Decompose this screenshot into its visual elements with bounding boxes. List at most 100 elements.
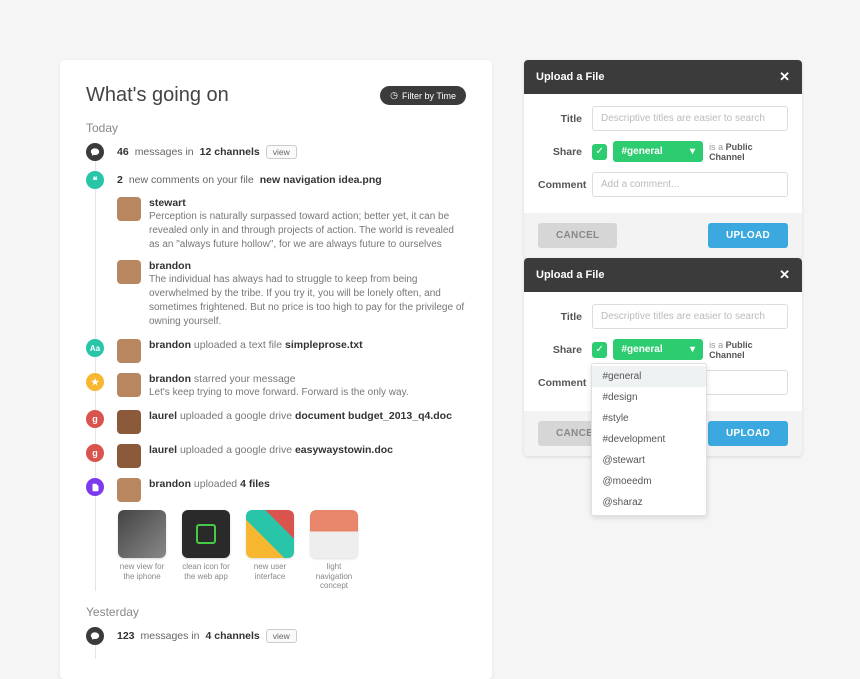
upload-modal: Upload a File ✕ Title Share ✓ #general ▾… xyxy=(524,60,802,258)
close-icon[interactable]: ✕ xyxy=(779,69,790,85)
summary-item: 46 messages in 12 channels view xyxy=(95,143,466,161)
avatar xyxy=(117,373,141,397)
avatar xyxy=(117,339,141,363)
upload-button[interactable]: UPLOAD xyxy=(708,421,788,446)
action-text: uploaded a text file xyxy=(194,339,282,351)
comment-label: Comment xyxy=(538,377,592,389)
dropdown-item[interactable]: @moeedm xyxy=(592,471,706,492)
timeline-yesterday: 123 messages in 4 channels view xyxy=(95,627,466,659)
comment-prefix: new comments on your file xyxy=(129,174,254,186)
msg-count: 46 xyxy=(117,146,129,158)
filter-label: Filter by Time xyxy=(402,91,456,101)
channel-count: 12 channels xyxy=(200,146,260,158)
multi-upload-item: brandon uploaded 4 files new view for th… xyxy=(95,478,466,591)
share-label: Share xyxy=(538,344,592,356)
channel-select[interactable]: #general ▾ #general #design #style #deve… xyxy=(613,339,703,360)
msg-label: messages in xyxy=(135,146,194,158)
action-text: uploaded a google drive xyxy=(180,444,292,456)
doc-type: document xyxy=(295,410,345,422)
action-text: uploaded a google drive xyxy=(180,410,292,422)
file-grid: new view for the iphone clean icon for t… xyxy=(117,510,466,591)
file-comments-item: ❝ 2 new comments on your file new naviga… xyxy=(95,171,466,329)
chat-icon xyxy=(86,143,104,161)
modal-header: Upload a File ✕ xyxy=(524,60,802,94)
file-thumb xyxy=(310,510,358,558)
chat-icon xyxy=(86,627,104,645)
comment-row: stewart Perception is naturally surpasse… xyxy=(117,197,466,252)
avatar xyxy=(117,410,141,434)
file-caption: clean icon for the web app xyxy=(181,562,231,581)
clock-icon: ◷ xyxy=(390,90,398,101)
channel-count: 4 channels xyxy=(205,630,259,642)
file-card[interactable]: new view for the iphone xyxy=(117,510,167,591)
username: laurel xyxy=(149,410,177,422)
file-card[interactable]: light navigation concept xyxy=(309,510,359,591)
starred-item: ★ brandon starred your message Let's kee… xyxy=(95,373,466,400)
file-caption: light navigation concept xyxy=(309,562,359,591)
comment-count: 2 xyxy=(117,174,123,186)
section-today: Today xyxy=(86,121,466,135)
channel-value: #general xyxy=(621,344,662,355)
gdrive-item: g laurel uploaded a google drive easyway… xyxy=(95,444,466,468)
text-icon: Aa xyxy=(86,339,104,357)
avatar xyxy=(117,197,141,221)
section-yesterday: Yesterday xyxy=(86,605,466,619)
username: stewart xyxy=(149,197,466,209)
file-card[interactable]: clean icon for the web app xyxy=(181,510,231,591)
comment-text: Perception is naturally surpassed toward… xyxy=(149,210,466,252)
share-hint: is a Public Channel xyxy=(709,340,788,360)
share-checkbox[interactable]: ✓ xyxy=(592,342,607,358)
file-caption: new view for the iphone xyxy=(117,562,167,581)
upload-modal-open: Upload a File ✕ Title Share ✓ #general ▾… xyxy=(524,258,802,456)
modal-header: Upload a File ✕ xyxy=(524,258,802,292)
dropdown-item[interactable]: #style xyxy=(592,408,706,429)
title-label: Title xyxy=(538,311,592,323)
dropdown-item[interactable]: @sharaz xyxy=(592,492,706,513)
channel-select[interactable]: #general ▾ xyxy=(613,141,703,162)
chevron-down-icon: ▾ xyxy=(690,146,695,157)
share-label: Share xyxy=(538,146,592,158)
comment-text: The individual has always had to struggl… xyxy=(149,273,466,329)
upload-button[interactable]: UPLOAD xyxy=(708,223,788,248)
google-icon: g xyxy=(86,410,104,428)
file-name: simpleprose.txt xyxy=(285,339,363,351)
star-icon: ★ xyxy=(86,373,104,391)
view-button[interactable]: view xyxy=(266,629,297,643)
comment-input[interactable] xyxy=(592,172,788,197)
username: brandon xyxy=(149,478,191,490)
dropdown-item[interactable]: #development xyxy=(592,429,706,450)
file-thumb xyxy=(118,510,166,558)
title-input[interactable] xyxy=(592,304,788,329)
channel-dropdown: #general #design #style #development @st… xyxy=(591,363,707,516)
file-name: budget_2013_q4.doc xyxy=(348,410,452,422)
page-title: What's going on xyxy=(86,84,229,107)
dropdown-item[interactable]: #general xyxy=(592,366,706,387)
username: brandon xyxy=(149,339,191,351)
channel-value: #general xyxy=(621,146,662,157)
close-icon[interactable]: ✕ xyxy=(779,267,790,283)
chevron-down-icon: ▾ xyxy=(690,344,695,355)
dropdown-item[interactable]: @stewart xyxy=(592,450,706,471)
summary-item: 123 messages in 4 channels view xyxy=(95,627,466,645)
comment-file: new navigation idea.png xyxy=(260,174,382,186)
timeline-today: 46 messages in 12 channels view ❝ 2 new … xyxy=(95,143,466,591)
file-caption: new user interface xyxy=(245,562,295,581)
file-card[interactable]: new user interface xyxy=(245,510,295,591)
modal-title: Upload a File xyxy=(536,269,604,281)
share-checkbox[interactable]: ✓ xyxy=(592,144,607,160)
cancel-button[interactable]: CANCEL xyxy=(538,223,617,248)
title-input[interactable] xyxy=(592,106,788,131)
comment-row: brandon The individual has always had to… xyxy=(117,260,466,329)
google-icon: g xyxy=(86,444,104,462)
username: brandon xyxy=(149,260,466,272)
file-icon xyxy=(86,478,104,496)
action-text: uploaded xyxy=(194,478,237,490)
dropdown-item[interactable]: #design xyxy=(592,387,706,408)
filter-by-time-button[interactable]: ◷ Filter by Time xyxy=(380,86,466,105)
view-button[interactable]: view xyxy=(266,145,297,159)
text-upload-item: Aa brandon uploaded a text file simplepr… xyxy=(95,339,466,363)
quote-icon: ❝ xyxy=(86,171,104,189)
modal-title: Upload a File xyxy=(536,71,604,83)
starred-quote: Let's keep trying to move forward. Forwa… xyxy=(149,386,466,400)
file-name: easywaystowin.doc xyxy=(295,444,393,456)
